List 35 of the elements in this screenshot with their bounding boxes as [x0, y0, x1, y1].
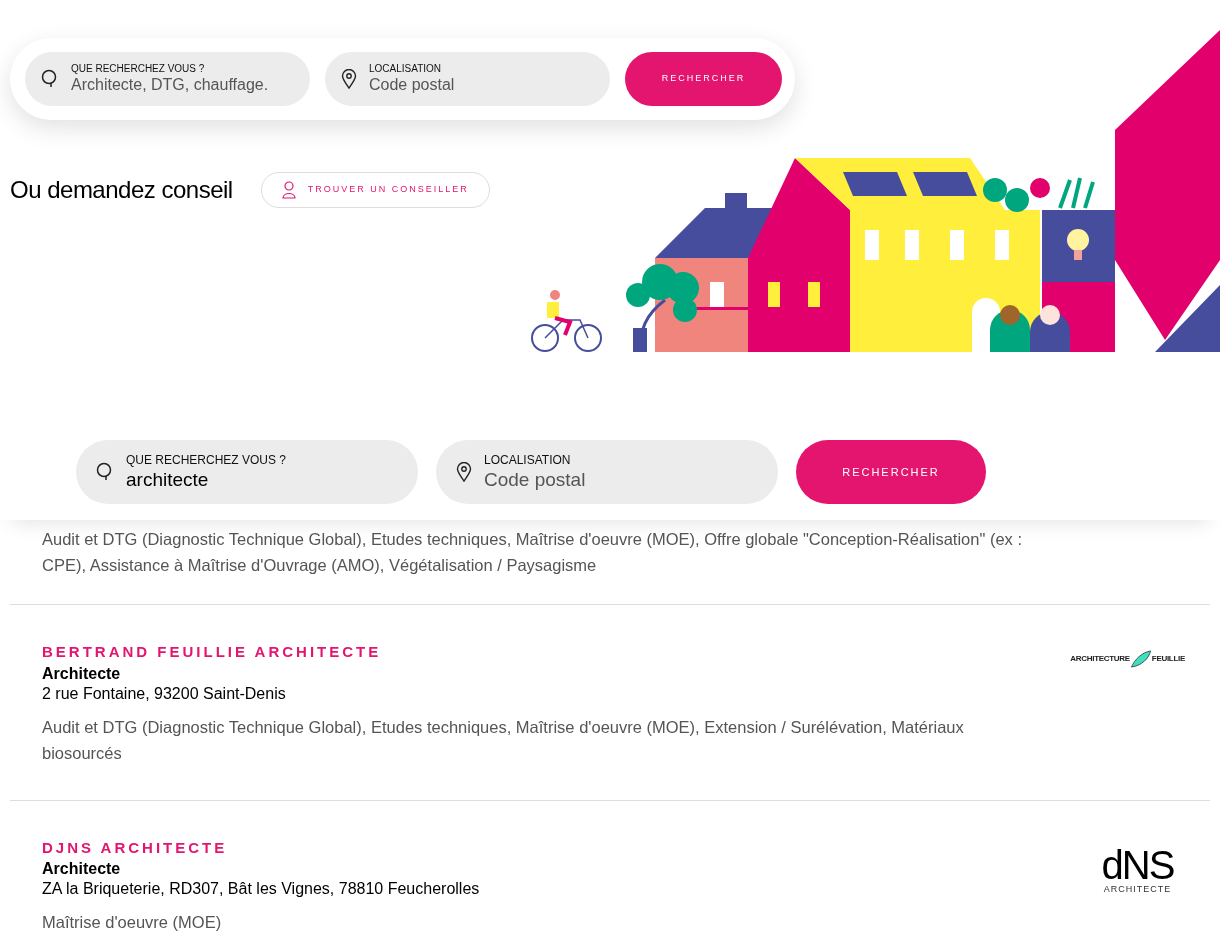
user-icon — [281, 181, 296, 199]
search-field[interactable]: QUE RECHERCHEZ VOUS ? architecte — [76, 440, 418, 504]
field-label: LOCALISATION — [369, 62, 443, 76]
logo-text: dNS — [1101, 844, 1174, 885]
company-name[interactable]: BERTRAND FEUILLIE ARCHITECTE — [42, 641, 1042, 664]
logo-text: ARCHITECTE — [1103, 884, 1172, 894]
field-input[interactable]: Code postal — [484, 467, 764, 492]
services-list: Audit et DTG (Diagnostic Technique Global), Etudes techniques, Maîtrise d'oeuvre (MOE), Offre globale "Conception-Réalisation" (ex : CPE), Assistance à Maîtrise d'Ouvrage (AMO), Végétalisation / Paysagisme — [42, 526, 1042, 578]
services-list: Audit et DTG (Diagnostic Technique Global), Etudes techniques, Maîtrise d'oeuvre (MOE), Extension / Surélévation, Matériaux biosourcés — [42, 713, 1042, 766]
search-icon — [96, 462, 114, 482]
logo-text: FEUILLIE — [1151, 655, 1185, 663]
section-heading: Ou demandez conseil — [10, 175, 233, 205]
search-field[interactable]: QUE RECHERCHEZ VOUS ? Architecte, DTG, chauffage. — [25, 52, 310, 106]
search-button[interactable]: RECHERCHER — [796, 440, 986, 504]
field-input[interactable]: architecte — [126, 467, 406, 492]
field-label: LOCALISATION — [484, 452, 572, 468]
search-icon — [41, 69, 59, 89]
search-field[interactable]: LOCALISATION Code postal — [436, 440, 778, 504]
search-button[interactable]: RECHERCHER — [625, 52, 782, 106]
location-pin-icon — [456, 462, 472, 482]
location-pin-icon — [341, 69, 357, 89]
company-address: 2 rue Fontaine, 93200 Saint-Denis — [42, 683, 287, 704]
company-category: Architecte — [42, 663, 122, 684]
company-category: Architecte — [42, 859, 122, 879]
advisor-button[interactable]: TROUVER UN CONSEILLER — [260, 172, 490, 208]
company-address: ZA la Briqueterie, RD307, Bât les Vignes, 78810 Feucherolles — [42, 879, 481, 899]
feather-icon — [1129, 649, 1152, 669]
logo-text: ARCHITECTURE — [1070, 655, 1130, 663]
company-name[interactable]: DJNS ARCHITECTE — [42, 836, 1042, 859]
field-label: QUE RECHERCHEZ VOUS ? — [126, 452, 288, 468]
services-list: Maîtrise d'oeuvre (MOE) — [42, 909, 1042, 931]
field-input[interactable]: Architecte, DTG, chauffage. — [71, 75, 301, 96]
field-label: QUE RECHERCHEZ VOUS ? — [71, 62, 206, 76]
search-field[interactable]: LOCALISATION Code postal — [325, 52, 610, 106]
field-input[interactable]: Code postal — [369, 75, 599, 96]
